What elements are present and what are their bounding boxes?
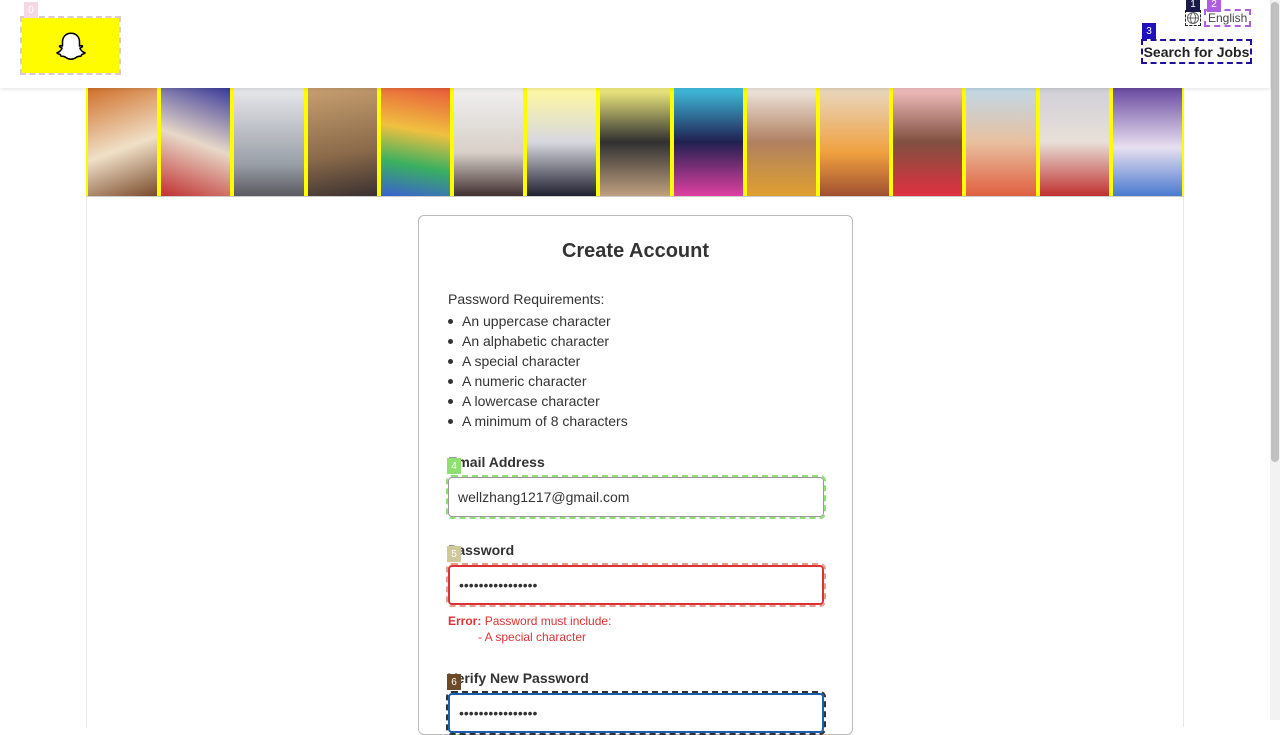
page-title: Create Account bbox=[561, 240, 710, 262]
requirement-text: An uppercase character bbox=[462, 313, 611, 329]
requirement-text: A special character bbox=[462, 353, 581, 369]
list-item: A special character bbox=[448, 351, 628, 371]
password-requirements-title: Password Requirements: bbox=[448, 291, 605, 307]
requirement-text: A minimum of 8 characters bbox=[462, 413, 628, 429]
page-scrollbar[interactable] bbox=[1270, 0, 1280, 720]
bullet-icon bbox=[448, 358, 453, 364]
banner-photo bbox=[1112, 88, 1183, 196]
badge-2: 2 bbox=[1207, 0, 1221, 12]
search-jobs-button[interactable]: Search for Jobs bbox=[1141, 39, 1252, 64]
password-field[interactable]: •••••••••••••••• bbox=[446, 563, 826, 607]
banner-photo bbox=[307, 88, 377, 196]
list-item: An alphabetic character bbox=[448, 331, 628, 351]
verify-password-field[interactable]: •••••••••••••••• bbox=[446, 691, 826, 735]
language-label[interactable]: English bbox=[1203, 9, 1252, 27]
requirement-text: A lowercase character bbox=[462, 393, 600, 409]
banner-photo bbox=[820, 88, 890, 196]
banner-photo bbox=[673, 88, 743, 196]
banner-photo bbox=[161, 88, 231, 196]
badge-4: 4 bbox=[447, 458, 461, 474]
bullet-icon bbox=[448, 398, 453, 404]
globe-icon[interactable] bbox=[1185, 10, 1201, 26]
email-label: Email Address bbox=[448, 454, 545, 470]
site-header: English Search for Jobs bbox=[0, 0, 1270, 88]
list-item: A numeric character bbox=[448, 371, 628, 391]
password-error-message: Error: Password must include: - A specia… bbox=[448, 613, 611, 645]
requirement-text: An alphabetic character bbox=[462, 333, 610, 349]
scrollbar-thumb[interactable] bbox=[1271, 2, 1279, 462]
team-photo-banner bbox=[86, 88, 1184, 197]
password-requirements-list: An uppercase character An alphabetic cha… bbox=[448, 311, 628, 431]
list-item: A lowercase character bbox=[448, 391, 628, 411]
banner-photo bbox=[234, 88, 304, 196]
badge-0: 0 bbox=[24, 2, 38, 18]
email-field[interactable]: wellzhang1217@gmail.com bbox=[446, 475, 826, 519]
language-selector[interactable]: English bbox=[1185, 9, 1252, 27]
banner-photo bbox=[966, 88, 1036, 196]
banner-photo bbox=[746, 88, 817, 196]
ghost-icon bbox=[55, 31, 86, 60]
bullet-icon bbox=[448, 418, 453, 424]
banner-photo bbox=[454, 88, 524, 196]
bullet-icon bbox=[448, 338, 453, 344]
error-text: Password must include: bbox=[484, 614, 612, 628]
snapchat-logo[interactable] bbox=[20, 16, 121, 75]
banner-photo bbox=[527, 88, 597, 196]
badge-5: 5 bbox=[447, 546, 461, 562]
list-item: An uppercase character bbox=[448, 311, 628, 331]
error-detail: - A special character bbox=[478, 630, 587, 644]
list-item: A minimum of 8 characters bbox=[448, 411, 628, 431]
badge-6: 6 bbox=[447, 674, 461, 690]
banner-photo bbox=[600, 88, 670, 196]
banner-photo bbox=[1039, 88, 1109, 196]
bullet-icon bbox=[448, 318, 453, 324]
badge-3: 3 bbox=[1142, 23, 1156, 39]
banner-photo bbox=[893, 88, 963, 196]
error-prefix: Error: bbox=[448, 614, 482, 628]
badge-1: 1 bbox=[1186, 0, 1200, 12]
banner-photo bbox=[88, 88, 158, 196]
bullet-icon bbox=[448, 378, 453, 384]
verify-password-label: Verify New Password bbox=[448, 670, 589, 686]
requirement-text: A numeric character bbox=[462, 373, 587, 389]
create-account-card: Create Account Password Requirements: An… bbox=[418, 215, 853, 735]
banner-photo bbox=[380, 88, 451, 196]
